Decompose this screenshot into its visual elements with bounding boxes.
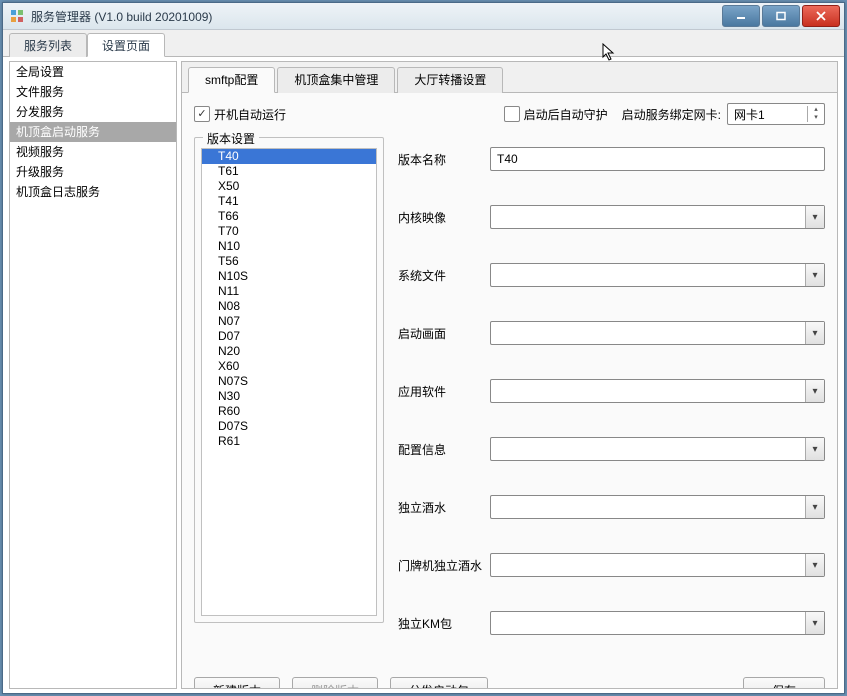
window-title: 服务管理器 (V1.0 build 20201009) <box>31 8 720 25</box>
minimize-button[interactable] <box>722 5 760 27</box>
app-icon <box>9 8 25 24</box>
select-nic-value: 网卡1 <box>728 106 807 123</box>
new-version-button[interactable]: 新建版本 <box>194 677 280 688</box>
field-combo[interactable] <box>490 553 825 577</box>
close-button[interactable] <box>802 5 840 27</box>
field-label: 内核映像 <box>398 209 490 226</box>
version-item[interactable]: R61 <box>202 434 376 449</box>
field-label: 应用软件 <box>398 383 490 400</box>
version-list[interactable]: T40T61X50T41T66T70N10T56N10SN11N08N07D07… <box>201 148 377 616</box>
sidebar-item[interactable]: 升级服务 <box>10 162 176 182</box>
chevron-down-icon[interactable] <box>805 206 824 228</box>
field-combo[interactable] <box>490 263 825 287</box>
chevron-down-icon[interactable] <box>805 438 824 460</box>
spinner-up-icon[interactable]: ▴ <box>808 106 824 114</box>
chevron-down-icon[interactable] <box>805 322 824 344</box>
version-item[interactable]: X50 <box>202 179 376 194</box>
chevron-down-icon[interactable] <box>805 496 824 518</box>
version-item[interactable]: N20 <box>202 344 376 359</box>
version-item[interactable]: T66 <box>202 209 376 224</box>
field-combo[interactable] <box>490 611 825 635</box>
sidebar-item[interactable]: 分发服务 <box>10 102 176 122</box>
field-value: T40 <box>491 152 824 166</box>
sub-tab-stb-central[interactable]: 机顶盒集中管理 <box>277 67 395 93</box>
version-item[interactable]: D07 <box>202 329 376 344</box>
version-item[interactable]: N10 <box>202 239 376 254</box>
window-controls <box>720 5 840 27</box>
checkbox-auto-guard[interactable] <box>504 106 520 122</box>
title-bar: 服务管理器 (V1.0 build 20201009) <box>3 3 844 30</box>
label-autorun: 开机自动运行 <box>214 106 286 123</box>
sidebar-item[interactable]: 机顶盒日志服务 <box>10 182 176 202</box>
version-group-label: 版本设置 <box>203 130 259 147</box>
tab-service-list[interactable]: 服务列表 <box>9 33 87 57</box>
main-tab-bar: 服务列表 设置页面 <box>3 30 844 57</box>
field-label: 配置信息 <box>398 441 490 458</box>
field-label: 启动画面 <box>398 325 490 342</box>
sub-tab-lobby-relay[interactable]: 大厅转播设置 <box>397 67 503 93</box>
version-item[interactable]: D07S <box>202 419 376 434</box>
field-label: 门牌机独立酒水 <box>398 557 490 574</box>
right-panel: smftp配置 机顶盒集中管理 大厅转播设置 开机自动运行 启动后自动守护 启动… <box>181 61 838 689</box>
version-item[interactable]: N30 <box>202 389 376 404</box>
spinner-down-icon[interactable]: ▾ <box>808 114 824 122</box>
version-item[interactable]: N07 <box>202 314 376 329</box>
checkbox-autorun[interactable] <box>194 106 210 122</box>
field-label: 独立酒水 <box>398 499 490 516</box>
delete-version-button[interactable]: 删除版本 <box>292 677 378 688</box>
version-item[interactable]: N08 <box>202 299 376 314</box>
version-item[interactable]: T70 <box>202 224 376 239</box>
select-nic[interactable]: 网卡1 ▴▾ <box>727 103 825 125</box>
tab-settings-page[interactable]: 设置页面 <box>87 33 165 57</box>
chevron-down-icon[interactable] <box>805 264 824 286</box>
label-nic: 启动服务绑定网卡: <box>622 106 721 123</box>
field-combo[interactable] <box>490 437 825 461</box>
field-label: 系统文件 <box>398 267 490 284</box>
chevron-down-icon[interactable] <box>805 380 824 402</box>
version-item[interactable]: R60 <box>202 404 376 419</box>
version-item[interactable]: T41 <box>202 194 376 209</box>
version-item[interactable]: X60 <box>202 359 376 374</box>
settings-sidebar[interactable]: 全局设置文件服务分发服务机顶盒启动服务视频服务升级服务机顶盒日志服务 <box>9 61 177 689</box>
chevron-down-icon[interactable] <box>805 612 824 634</box>
version-item[interactable]: T40 <box>202 149 376 164</box>
dispatch-package-button[interactable]: 分发启动包 <box>390 677 488 688</box>
sidebar-item[interactable]: 文件服务 <box>10 82 176 102</box>
save-button[interactable]: 保存 <box>743 677 825 688</box>
sidebar-item[interactable]: 机顶盒启动服务 <box>10 122 176 142</box>
sidebar-item[interactable]: 视频服务 <box>10 142 176 162</box>
chevron-down-icon[interactable] <box>805 554 824 576</box>
version-group: 版本设置 T40T61X50T41T66T70N10T56N10SN11N08N… <box>194 137 384 623</box>
field-label: 独立KM包 <box>398 615 490 632</box>
field-label: 版本名称 <box>398 151 490 168</box>
version-item[interactable]: N10S <box>202 269 376 284</box>
field-combo[interactable] <box>490 495 825 519</box>
sub-tab-bar: smftp配置 机顶盒集中管理 大厅转播设置 <box>182 62 837 93</box>
field-combo[interactable] <box>490 205 825 229</box>
field-combo[interactable] <box>490 379 825 403</box>
label-auto-guard: 启动后自动守护 <box>524 106 608 123</box>
version-item[interactable]: T56 <box>202 254 376 269</box>
version-item[interactable]: T61 <box>202 164 376 179</box>
sidebar-item[interactable]: 全局设置 <box>10 62 176 82</box>
maximize-button[interactable] <box>762 5 800 27</box>
field-text[interactable]: T40 <box>490 147 825 171</box>
sub-tab-smftp[interactable]: smftp配置 <box>188 67 275 93</box>
version-item[interactable]: N07S <box>202 374 376 389</box>
version-item[interactable]: N11 <box>202 284 376 299</box>
field-combo[interactable] <box>490 321 825 345</box>
